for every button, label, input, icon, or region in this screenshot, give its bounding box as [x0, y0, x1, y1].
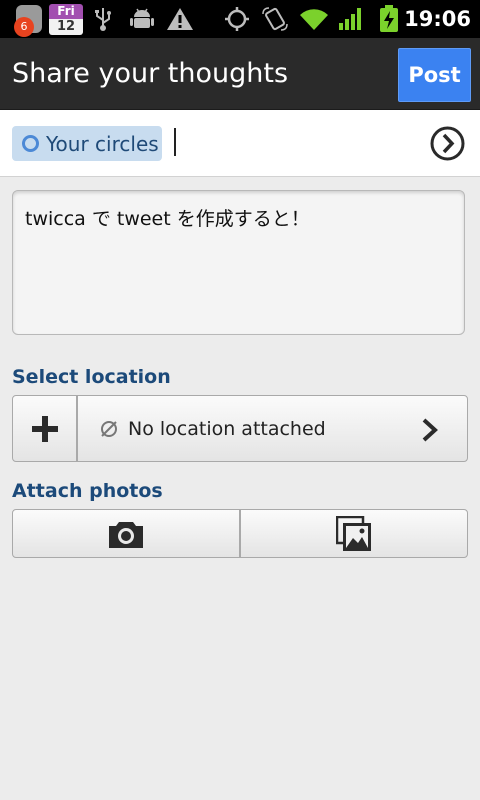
circles-chip-label: Your circles	[46, 131, 159, 156]
compose-text: twicca で tweet を作成すると！	[25, 208, 310, 230]
select-location-label: Select location	[12, 366, 171, 388]
location-selector[interactable]: No location attached	[77, 395, 468, 462]
notification-count: 6	[14, 17, 34, 37]
calendar-day: Fri	[49, 3, 83, 19]
signal-icon	[337, 0, 365, 38]
notification-app-icon: 6	[14, 0, 44, 38]
chevron-circle-right-icon[interactable]	[430, 126, 465, 161]
camera-button[interactable]	[12, 509, 240, 558]
add-location-button[interactable]	[12, 395, 77, 462]
attach-photos-label: Attach photos	[12, 480, 163, 502]
audience-row: Your circles	[0, 110, 480, 177]
usb-icon	[92, 0, 114, 38]
status-clock: 19:06	[404, 7, 471, 31]
gallery-button[interactable]	[240, 509, 468, 558]
circles-chip[interactable]: Your circles	[12, 126, 162, 161]
gps-icon	[223, 0, 251, 38]
warning-icon	[166, 0, 194, 38]
compose-textarea[interactable]: twicca で tweet を作成すると！	[12, 190, 465, 335]
location-off-icon	[101, 420, 117, 437]
chevron-right-icon	[422, 418, 438, 442]
rotate-icon	[260, 0, 290, 38]
post-button[interactable]: Post	[398, 48, 471, 102]
circle-icon	[22, 135, 39, 152]
page-title: Share your thoughts	[12, 58, 289, 89]
android-debug-icon	[129, 0, 155, 38]
audience-input-cursor[interactable]	[174, 128, 176, 156]
gallery-icon	[336, 515, 371, 551]
calendar-icon: Fri 12	[49, 0, 83, 38]
location-status-text: No location attached	[128, 417, 326, 440]
wifi-icon	[298, 0, 330, 38]
camera-icon	[109, 521, 143, 548]
calendar-date: 12	[49, 18, 83, 35]
plus-icon	[31, 415, 58, 442]
status-bar: 6 Fri 12 19:06	[0, 0, 480, 38]
battery-charging-icon	[377, 0, 401, 38]
